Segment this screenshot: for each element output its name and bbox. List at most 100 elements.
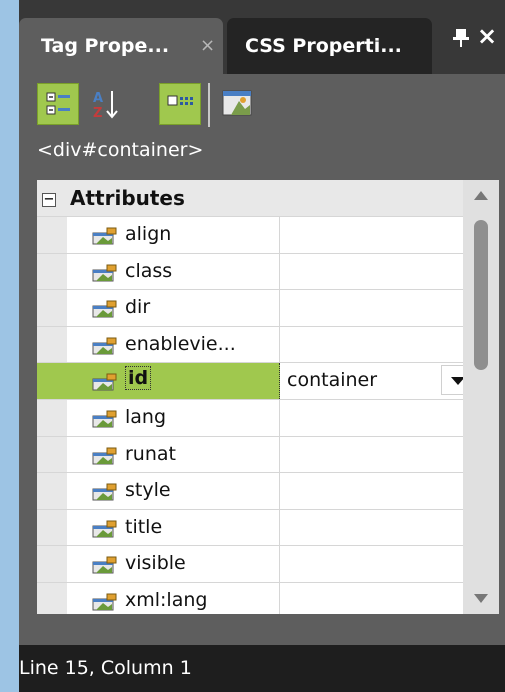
row-gutter: [37, 326, 67, 363]
property-icon: [91, 336, 121, 356]
property-name: title: [125, 515, 163, 538]
category-label: Attributes: [70, 186, 185, 210]
property-value-cell[interactable]: [281, 473, 463, 509]
row-gutter: [37, 290, 67, 326]
cursor-position-text: Line 15, Column 1: [19, 657, 192, 679]
tab-close-icon[interactable]: ×: [200, 18, 215, 74]
property-name: visible: [125, 552, 186, 575]
property-icon: [91, 519, 121, 539]
toolbar-separator: [208, 83, 210, 127]
property-icon: [91, 446, 121, 466]
property-icon: [91, 409, 121, 429]
property-name-cell[interactable]: style: [67, 473, 280, 509]
property-name: dir: [125, 296, 151, 319]
property-grid: − Attributes align class dir enablevie... id…: [37, 180, 499, 614]
property-name-cell[interactable]: runat: [67, 436, 280, 473]
property-value-cell[interactable]: [281, 290, 463, 326]
row-gutter: [37, 509, 67, 546]
property-name: lang: [125, 405, 167, 428]
property-icon: [91, 372, 121, 392]
property-name: class: [125, 259, 173, 282]
property-icon: [91, 299, 121, 319]
scroll-up-icon[interactable]: [463, 180, 499, 212]
property-value-cell[interactable]: [281, 437, 463, 473]
row-gutter: [37, 582, 67, 614]
property-name-cell[interactable]: lang: [67, 399, 280, 436]
property-icon: [91, 592, 121, 612]
scroll-thumb[interactable]: [474, 220, 488, 370]
alphabetical-button[interactable]: A Z: [85, 83, 127, 125]
property-row-align[interactable]: align: [37, 217, 463, 254]
property-value-cell[interactable]: [281, 510, 463, 546]
property-row-dir[interactable]: dir: [37, 290, 463, 327]
properties-page-button[interactable]: [217, 83, 259, 125]
property-icon: [91, 226, 121, 246]
svg-text:Z: Z: [93, 106, 102, 121]
property-icon: [91, 263, 121, 283]
property-row-enablevie[interactable]: enablevie...: [37, 326, 463, 364]
alphabetical-icon: A Z: [93, 91, 118, 121]
tab-css-properties[interactable]: CSS Properti...: [227, 18, 432, 74]
property-row-class[interactable]: class: [37, 253, 463, 291]
property-name: align: [125, 223, 172, 245]
property-row-style[interactable]: style: [37, 473, 463, 510]
show-set-properties-button[interactable]: [159, 83, 201, 125]
pin-icon[interactable]: [450, 26, 472, 48]
collapse-toggle-icon[interactable]: −: [42, 193, 56, 207]
property-row-title[interactable]: title: [37, 509, 463, 547]
property-row-xml-lang[interactable]: xml:lang: [37, 582, 463, 614]
tab-label: Tag Prope...: [41, 35, 170, 57]
vertical-scrollbar[interactable]: [463, 180, 499, 614]
properties-page-icon: [222, 90, 252, 116]
property-name-cell[interactable]: title: [67, 509, 280, 546]
scroll-down-icon[interactable]: [463, 582, 499, 614]
property-name: xml:lang: [125, 588, 208, 611]
svg-text:A: A: [93, 91, 103, 106]
property-value[interactable]: container: [287, 369, 377, 391]
row-gutter: [37, 399, 67, 436]
property-name-cell[interactable]: class: [67, 253, 280, 290]
property-name-cell[interactable]: id: [67, 363, 280, 399]
show-set-properties-icon: [167, 95, 193, 106]
tab-bar: Tag Prope... × CSS Properti... ×: [19, 0, 505, 74]
property-value-cell[interactable]: [281, 546, 463, 582]
row-gutter: [37, 363, 67, 399]
property-icon: [91, 555, 121, 575]
toolbar-area: A Z <div#container> − Attributes align c…: [19, 74, 505, 645]
property-name: style: [125, 479, 171, 502]
row-gutter: [37, 546, 67, 582]
property-row-lang[interactable]: lang: [37, 399, 463, 437]
property-row-visible[interactable]: visible: [37, 546, 463, 583]
row-gutter: [37, 217, 67, 253]
tab-label: CSS Properti...: [245, 35, 402, 57]
property-value-cell[interactable]: [281, 327, 463, 363]
tab-tag-properties[interactable]: Tag Prope... ×: [19, 18, 223, 74]
tag-properties-panel: Tag Prope... × CSS Properti... × A Z <di…: [19, 0, 505, 692]
property-name: runat: [125, 442, 176, 465]
selected-tag-path: <div#container>: [37, 139, 204, 161]
property-value-cell[interactable]: container: [281, 363, 475, 399]
property-name-cell[interactable]: dir: [67, 290, 280, 326]
property-row-id[interactable]: id container: [37, 363, 475, 400]
row-gutter: [37, 473, 67, 509]
property-value-cell[interactable]: [281, 583, 463, 614]
property-rows: align class dir enablevie... id container lang…: [37, 217, 475, 614]
property-name-cell[interactable]: xml:lang: [67, 582, 280, 614]
property-value-cell[interactable]: [281, 254, 463, 290]
property-value-cell[interactable]: [281, 400, 463, 436]
property-icon: [91, 482, 121, 502]
close-panel-icon[interactable]: ×: [477, 22, 497, 50]
row-gutter: [37, 253, 67, 290]
categorized-button[interactable]: [37, 83, 79, 125]
property-value-cell[interactable]: [281, 217, 463, 253]
property-row-runat[interactable]: runat: [37, 436, 463, 474]
property-name: enablevie...: [125, 332, 236, 355]
category-attributes[interactable]: − Attributes: [37, 180, 463, 217]
property-name: id: [125, 366, 152, 391]
row-gutter: [37, 436, 67, 473]
categorized-icon: [46, 92, 70, 115]
property-name-cell[interactable]: align: [67, 217, 280, 253]
property-name-cell[interactable]: visible: [67, 546, 280, 582]
status-bar: Line 15, Column 1: [19, 645, 505, 692]
property-name-cell[interactable]: enablevie...: [67, 326, 280, 363]
